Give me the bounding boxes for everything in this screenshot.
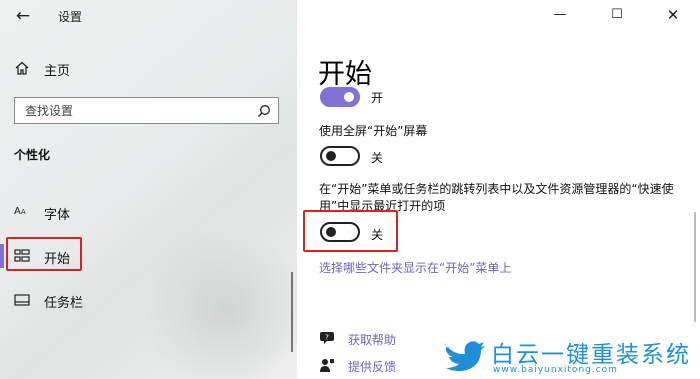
- sidebar-item-label: 任务栏: [44, 296, 84, 311]
- toggle-switch-fullscreen-start[interactable]: [320, 146, 360, 166]
- search-box[interactable]: [14, 97, 279, 124]
- toggle-state: 关: [371, 151, 384, 165]
- highlight-box: [6, 237, 82, 271]
- feedback-label: 提供反馈: [348, 360, 397, 374]
- watermark: 白云一键重装系统 www.baiyunxitong.com: [441, 335, 696, 379]
- sidebar-item-taskbar[interactable]: 任务栏: [14, 289, 274, 313]
- content-scrollbar[interactable]: [694, 212, 696, 322]
- close-icon: ✕: [666, 6, 680, 24]
- twitter-bird-logo-icon: [444, 341, 485, 372]
- titlebar-left: ← 设置: [0, 0, 297, 32]
- font-icon: AA: [14, 206, 26, 217]
- home-icon: [15, 61, 29, 75]
- settings-sidebar: ← 设置 主页 个性化 AA 字体 开始: [0, 0, 297, 379]
- toggle-knob: [344, 92, 354, 102]
- page-title: 开始: [318, 59, 372, 90]
- help-chat-icon: ?: [320, 332, 334, 344]
- selected-indicator: [0, 244, 4, 268]
- choose-folders-link[interactable]: 选择哪些文件夹显示在“开始”菜单上: [319, 259, 511, 276]
- search-icon[interactable]: [257, 104, 271, 118]
- back-button[interactable]: ←: [10, 5, 36, 27]
- close-button[interactable]: ✕: [653, 4, 693, 26]
- maximize-button[interactable]: ☐: [597, 4, 637, 26]
- window-controls: — ☐ ✕: [530, 0, 700, 32]
- toggle-knob: [326, 151, 336, 161]
- sidebar-item-label: 字体: [44, 208, 71, 223]
- minimize-icon: —: [553, 7, 567, 22]
- feedback-icon: [320, 359, 334, 372]
- minimize-button[interactable]: —: [540, 4, 580, 26]
- maximize-icon: ☐: [611, 7, 623, 22]
- highlight-box: [303, 210, 398, 252]
- sidebar-scrollbar[interactable]: [291, 272, 293, 352]
- app-title: 设置: [58, 10, 83, 24]
- back-arrow-icon: ←: [15, 6, 31, 26]
- sidebar-item-home[interactable]: 主页: [14, 58, 264, 80]
- search-input[interactable]: [25, 103, 245, 119]
- watermark-url: www.baiyunxitong.com: [493, 365, 618, 375]
- toggle-state: 开: [371, 91, 384, 105]
- svg-text:?: ?: [325, 334, 329, 342]
- section-title: 个性化: [14, 148, 51, 162]
- taskbar-icon: [14, 294, 30, 306]
- sidebar-item-font[interactable]: AA 字体: [14, 201, 274, 225]
- setting-label-fullscreen-start: 使用全屏“开始”屏幕: [319, 124, 428, 138]
- help-label: 获取帮助: [348, 333, 397, 347]
- watermark-title: 白云一键重装系统: [491, 342, 691, 368]
- sidebar-item-label: 主页: [44, 64, 71, 79]
- toggle-switch-1[interactable]: [320, 87, 360, 107]
